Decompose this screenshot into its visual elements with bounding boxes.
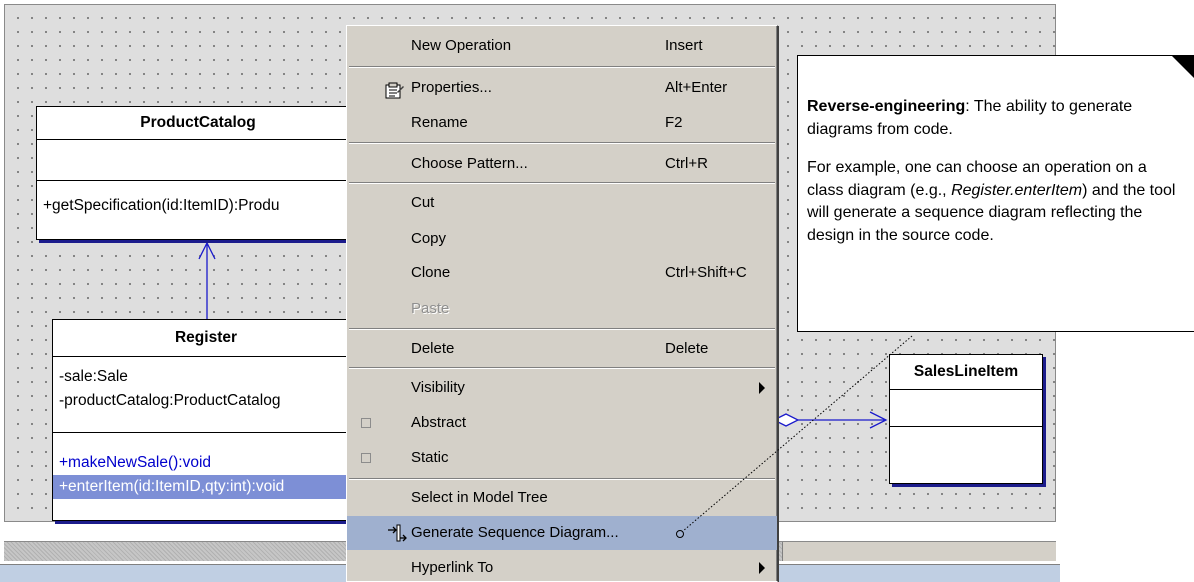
- submenu-arrow-icon: [759, 562, 765, 574]
- class-register[interactable]: Register -sale:Sale -productCatalog:Prod…: [52, 319, 360, 521]
- attribute-sale[interactable]: -sale:Sale: [53, 365, 359, 389]
- menu-item-select-in-model-tree[interactable]: Select in Model Tree: [347, 481, 777, 515]
- menu-item-shortcut: Insert: [665, 37, 703, 54]
- class-name: Register: [53, 320, 359, 357]
- operations-compartment: +makeNewSale():void +enterItem(id:ItemID…: [53, 433, 359, 499]
- attribute-product-catalog[interactable]: -productCatalog:ProductCatalog: [53, 389, 359, 413]
- operations-compartment: +getSpecification(id:ItemID):Produ: [37, 181, 359, 239]
- operation-get-specification[interactable]: +getSpecification(id:ItemID):Produ: [37, 181, 359, 231]
- menu-item-clone[interactable]: Clone Ctrl+Shift+C: [347, 256, 777, 290]
- menu-item-label: Select in Model Tree: [411, 489, 548, 506]
- checkbox-icon[interactable]: [361, 418, 371, 428]
- operation-make-new-sale[interactable]: +makeNewSale():void: [53, 451, 359, 475]
- attributes-compartment: [37, 140, 359, 181]
- menu-separator: [349, 478, 775, 480]
- class-sales-line-item[interactable]: SalesLineItem: [889, 354, 1043, 484]
- callout-note: Reverse-engineering: The ability to gene…: [797, 55, 1194, 332]
- menu-item-visibility[interactable]: Visibility: [347, 371, 777, 405]
- menu-item-shortcut: Ctrl+Shift+C: [665, 264, 747, 281]
- menu-item-abstract[interactable]: Abstract: [347, 406, 777, 440]
- menu-item-shortcut: Ctrl+R: [665, 155, 708, 172]
- menu-item-cut[interactable]: Cut: [347, 186, 777, 220]
- menu-item-shortcut: Alt+Enter: [665, 79, 728, 96]
- menu-item-properties[interactable]: Properties... Alt+Enter: [347, 71, 777, 105]
- menu-item-copy[interactable]: Copy: [347, 222, 777, 256]
- menu-item-label: Paste: [411, 300, 450, 317]
- callout-example: For example, one can choose an operation…: [807, 157, 1177, 247]
- menu-item-label: Generate Sequence Diagram...: [411, 524, 619, 541]
- attributes-compartment: -sale:Sale -productCatalog:ProductCatalo…: [53, 357, 359, 433]
- menu-item-label: Hyperlink To: [411, 559, 494, 576]
- checkbox-icon[interactable]: [361, 453, 371, 463]
- menu-item-hyperlink-to[interactable]: Hyperlink To: [347, 551, 777, 581]
- operation-enter-item-selected[interactable]: +enterItem(id:ItemID,qty:int):void: [53, 475, 359, 499]
- menu-item-label: Cut: [411, 194, 435, 211]
- note-corner-fold: [1172, 56, 1194, 78]
- menu-item-paste: Paste: [347, 292, 777, 326]
- scrollbar-track[interactable]: [782, 542, 1056, 561]
- menu-item-shortcut: Delete: [665, 340, 709, 357]
- menu-item-label: Rename: [411, 114, 468, 131]
- menu-item-label: Abstract: [411, 414, 467, 431]
- menu-item-label: Properties...: [411, 79, 492, 96]
- context-menu: New Operation Insert Properties... Alt+E…: [346, 25, 778, 582]
- menu-separator: [349, 182, 775, 184]
- menu-item-label: New Operation: [411, 37, 512, 54]
- attributes-compartment: [890, 390, 1042, 427]
- menu-item-generate-sequence-diagram[interactable]: Generate Sequence Diagram...: [347, 516, 777, 550]
- class-name: ProductCatalog: [37, 107, 359, 140]
- menu-item-new-operation[interactable]: New Operation Insert: [347, 29, 777, 63]
- menu-item-label: Choose Pattern...: [411, 155, 528, 172]
- menu-separator: [349, 142, 775, 144]
- menu-item-rename[interactable]: Rename F2: [347, 106, 777, 140]
- menu-item-label: Copy: [411, 230, 447, 247]
- callout-definition: Reverse-engineering: The ability to gene…: [807, 96, 1177, 141]
- menu-item-shortcut: F2: [665, 114, 683, 131]
- class-product-catalog[interactable]: ProductCatalog +getSpecification(id:Item…: [36, 106, 360, 240]
- callout-example-emphasis: Register.enterItem: [951, 181, 1083, 199]
- menu-separator: [349, 367, 775, 369]
- menu-item-label: Static: [411, 449, 449, 466]
- menu-separator: [349, 66, 775, 68]
- menu-item-static[interactable]: Static: [347, 441, 777, 475]
- menu-item-label: Delete: [411, 340, 455, 357]
- menu-item-label: Visibility: [411, 379, 465, 396]
- callout-term: Reverse-engineering: [807, 98, 966, 115]
- menu-item-label: Clone: [411, 264, 451, 281]
- menu-separator: [349, 328, 775, 330]
- menu-item-delete[interactable]: Delete Delete: [347, 332, 777, 366]
- menu-item-choose-pattern[interactable]: Choose Pattern... Ctrl+R: [347, 147, 777, 181]
- submenu-arrow-icon: [759, 382, 765, 394]
- class-name: SalesLineItem: [890, 355, 1042, 390]
